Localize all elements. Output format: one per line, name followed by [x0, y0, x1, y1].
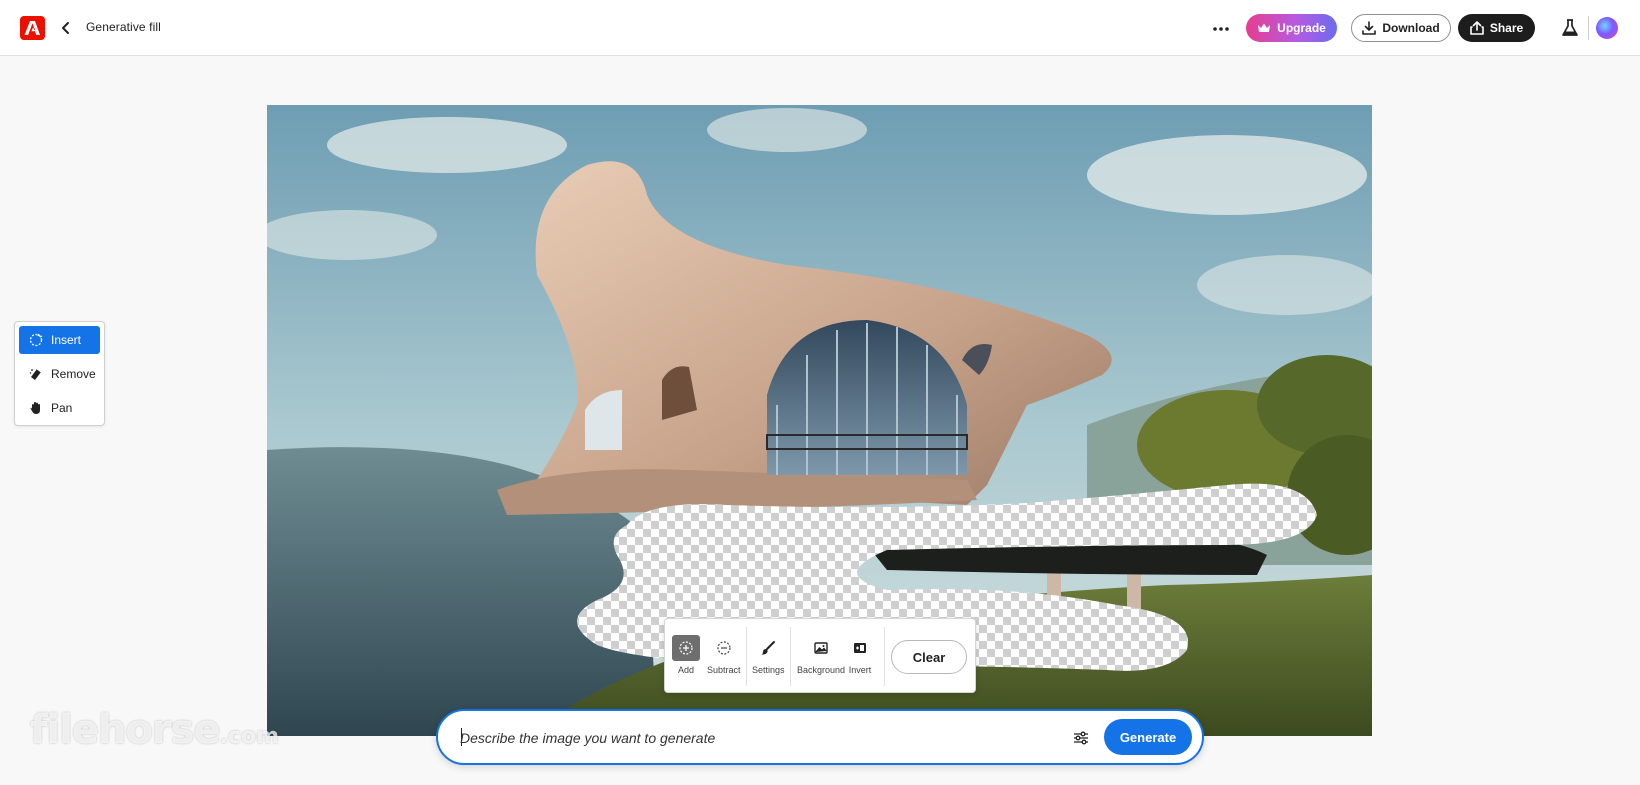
prompt-bar: Generate: [436, 709, 1204, 765]
subtract-brush-box: [710, 635, 738, 661]
add-label: Add: [677, 665, 694, 675]
background-label: Background: [797, 665, 846, 675]
crown-icon: [1258, 23, 1271, 32]
brush-toolbar: Add Subtract Settings Background Invert …: [664, 618, 976, 693]
insert-tool-label: Insert: [51, 333, 82, 347]
page-title: Generative fill: [86, 20, 161, 34]
invert-button[interactable]: Invert: [846, 635, 874, 675]
tool-panel: Insert Remove Pan: [14, 321, 105, 426]
download-icon: [1362, 21, 1377, 35]
brush-settings-button[interactable]: Settings: [752, 635, 785, 675]
watermark-logo: filehorse.com: [30, 707, 279, 753]
download-button[interactable]: Download: [1351, 14, 1451, 42]
upgrade-label: Upgrade: [1277, 21, 1326, 35]
background-box: [807, 635, 835, 661]
toolbar-divider: [884, 627, 885, 686]
upgrade-button[interactable]: Upgrade: [1246, 14, 1337, 42]
share-button[interactable]: Share: [1458, 14, 1535, 42]
share-icon: [1470, 21, 1484, 35]
hand-icon: [30, 402, 40, 414]
download-label: Download: [1382, 21, 1440, 35]
prompt-input[interactable]: [460, 727, 1020, 749]
avatar[interactable]: [1596, 17, 1618, 39]
toolbar-divider: [746, 627, 747, 686]
add-brush-box: [672, 635, 700, 661]
add-brush-button[interactable]: Add: [672, 635, 700, 675]
beaker-icon[interactable]: [1561, 18, 1579, 38]
insert-icon: [29, 333, 43, 347]
settings-label: Settings: [752, 665, 785, 675]
adobe-logo-icon[interactable]: [20, 16, 45, 40]
invert-box: [846, 635, 874, 661]
share-label: Share: [1489, 21, 1524, 35]
subtract-brush-button[interactable]: Subtract: [707, 635, 741, 675]
brush-settings-box: [754, 635, 782, 661]
generate-button[interactable]: Generate: [1104, 719, 1192, 755]
pan-tool-label: Pan: [51, 401, 73, 415]
subtract-label: Subtract: [707, 665, 741, 675]
watermark-suffix: .com: [219, 724, 280, 749]
background-button[interactable]: Background: [797, 635, 845, 675]
watermark-brand: filehorse: [30, 707, 221, 753]
remove-tool[interactable]: Remove: [19, 360, 100, 388]
pan-tool[interactable]: Pan: [19, 394, 100, 422]
subtract-circle-icon: [717, 641, 731, 655]
sliders-icon[interactable]: [1072, 729, 1090, 747]
brush-icon: [761, 641, 776, 655]
image-icon: [814, 642, 828, 654]
back-chevron-icon[interactable]: [58, 18, 74, 38]
insert-tool[interactable]: Insert: [19, 326, 100, 354]
add-circle-icon: [679, 641, 693, 655]
invert-label: Invert: [848, 665, 872, 675]
eraser-icon: [29, 368, 42, 380]
toolbar-divider: [790, 627, 791, 686]
header-divider: [1588, 16, 1589, 40]
remove-tool-label: Remove: [51, 367, 96, 381]
clear-button[interactable]: Clear: [891, 640, 967, 674]
invert-icon: [854, 643, 866, 653]
app-header: Generative fill Upgrade Download Share: [0, 0, 1640, 56]
more-options-icon[interactable]: [1211, 18, 1231, 38]
